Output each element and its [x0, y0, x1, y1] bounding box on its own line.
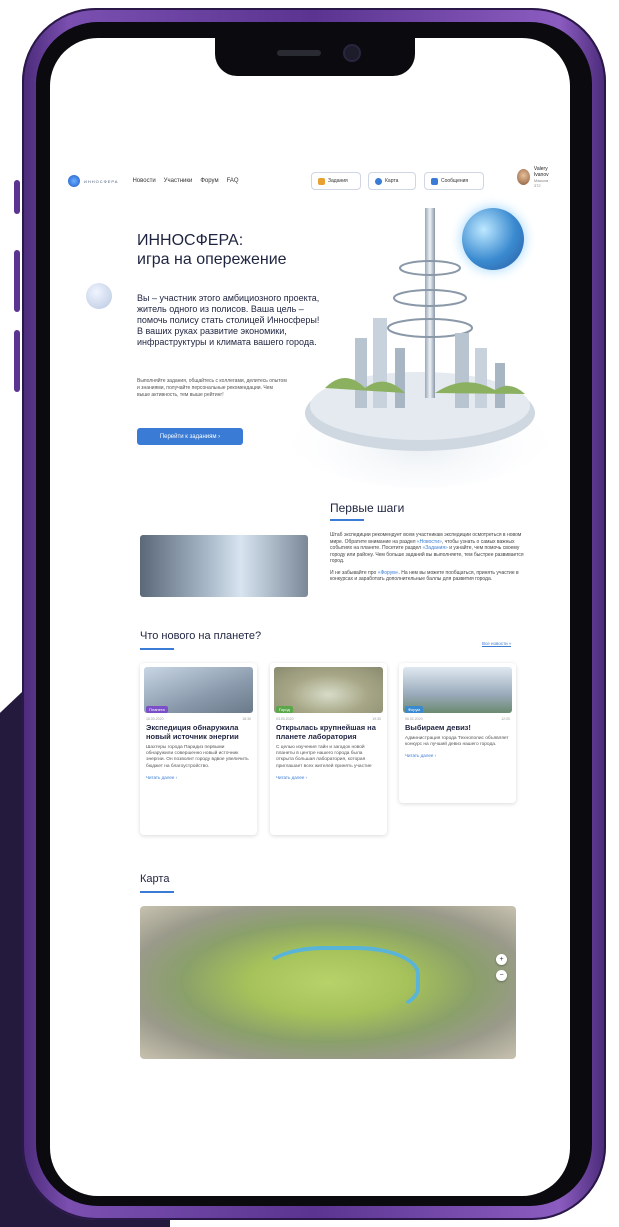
news-card-tag: Город — [276, 706, 293, 713]
news-link-inline[interactable]: «Новости» — [417, 539, 442, 545]
first-steps-underline — [330, 519, 364, 521]
nav-link-faq[interactable]: FAQ — [227, 178, 239, 184]
news-card-title: Открылась крупнейшая на планете лаборато… — [276, 723, 376, 741]
planet-decoration — [462, 208, 524, 270]
first-steps-title: Первые шаги — [330, 501, 405, 515]
read-more-link[interactable]: Читать далее › — [270, 772, 387, 783]
news-card-title: Экспедиция обнаружила новый источник эне… — [146, 723, 239, 741]
news-card[interactable]: Планета 16.03.2020 18:30 Экспедиция обнар… — [140, 663, 257, 835]
news-card-date: 03.03.2020 — [276, 717, 294, 721]
news-card-time: 12:00 — [501, 717, 510, 721]
zoom-out-button[interactable]: − — [496, 970, 507, 981]
user-profile[interactable]: Valery Ivanov Максим · 372 — [517, 166, 558, 188]
globe-icon — [375, 177, 382, 185]
logo-icon[interactable] — [68, 175, 80, 187]
web-page: ИННОСФЕРА Новости Участники Форум FAQ За… — [50, 38, 570, 1196]
news-card-title: Выбираем девиз! — [405, 723, 471, 732]
forum-link-inline[interactable]: «Форум» — [378, 570, 399, 576]
logo-text[interactable]: ИННОСФЕРА — [84, 179, 118, 184]
first-steps-paragraph-2: И не забывайте про «Форум». На нем вы мо… — [330, 570, 526, 583]
speaker-grille — [277, 50, 321, 56]
decorative-orb — [86, 283, 112, 309]
messages-label: Сообщения — [441, 178, 469, 184]
phone-mute-switch — [14, 180, 20, 214]
first-steps-text: Штаб экспедиции рекомендует всем участни… — [330, 532, 526, 583]
phone-volume-down — [14, 330, 20, 392]
top-navigation: ИННОСФЕРА Новости Участники Форум FAQ За… — [68, 166, 558, 194]
map-underline — [140, 891, 174, 893]
news-card-body: С целью изучения тайн и загадок новой пл… — [276, 745, 372, 769]
read-more-link[interactable]: Читать далее › — [140, 772, 257, 783]
all-news-link[interactable]: Все новости » — [482, 641, 512, 647]
avatar — [517, 169, 530, 185]
news-card-tag: Форум — [405, 706, 424, 713]
read-more-link[interactable]: Читать далее › — [399, 750, 516, 761]
map-button[interactable]: Карта — [368, 172, 416, 190]
nav-link-news[interactable]: Новости — [132, 178, 155, 184]
nav-link-forum[interactable]: Форум — [200, 178, 218, 184]
news-card[interactable]: Форум 06.02.2020 12:00 Выбираем девиз! Ад… — [399, 663, 516, 803]
news-card-body: Шахтеры города Парадиз первыми обнаружил… — [146, 745, 249, 769]
map-label: Карта — [385, 178, 399, 184]
front-camera-icon — [345, 46, 359, 60]
go-to-tasks-button[interactable]: Перейти к заданиям › — [137, 428, 243, 445]
phone-screen: ИННОСФЕРА Новости Участники Форум FAQ За… — [50, 38, 570, 1196]
news-card-time: 18:30 — [242, 717, 251, 721]
tasks-label: Задания — [328, 178, 348, 184]
tasks-icon — [318, 177, 325, 185]
messages-button[interactable]: Сообщения — [424, 172, 484, 190]
phone-volume-up — [14, 250, 20, 312]
tasks-button[interactable]: Задания — [311, 172, 361, 190]
phone-notch — [215, 38, 415, 76]
nav-link-participants[interactable]: Участники — [164, 178, 193, 184]
news-section-title: Что нового на планете? — [140, 630, 262, 642]
news-card[interactable]: Город 03.03.2020 19:30 Открылась крупнейш… — [270, 663, 387, 835]
message-icon — [431, 177, 438, 185]
zoom-in-button[interactable]: + — [496, 954, 507, 965]
news-card-body: Администрация города Технополис объявляе… — [405, 736, 509, 748]
news-underline — [140, 648, 174, 650]
game-map[interactable]: + − — [140, 906, 516, 1059]
map-section-title: Карта — [140, 873, 170, 885]
news-card-date: 16.03.2020 — [146, 717, 164, 721]
news-card-date: 06.02.2020 — [405, 717, 423, 721]
tasks-link-inline[interactable]: «Задания» — [422, 545, 447, 551]
hero-description: Выполняйте задания, общайтесь с коллегам… — [137, 378, 287, 398]
text-span: И не забывайте про — [330, 569, 378, 576]
user-name: Valery Ivanov — [533, 166, 549, 178]
first-steps-image — [140, 535, 308, 597]
news-card-time: 19:30 — [372, 717, 381, 721]
map-river — [260, 946, 420, 1016]
user-subtitle: Максим · 372 — [533, 178, 551, 188]
first-steps-paragraph-1: Штаб экспедиции рекомендует всем участни… — [330, 532, 526, 565]
news-card-tag: Планета — [146, 706, 168, 713]
nav-links: Новости Участники Форум FAQ — [132, 178, 238, 184]
